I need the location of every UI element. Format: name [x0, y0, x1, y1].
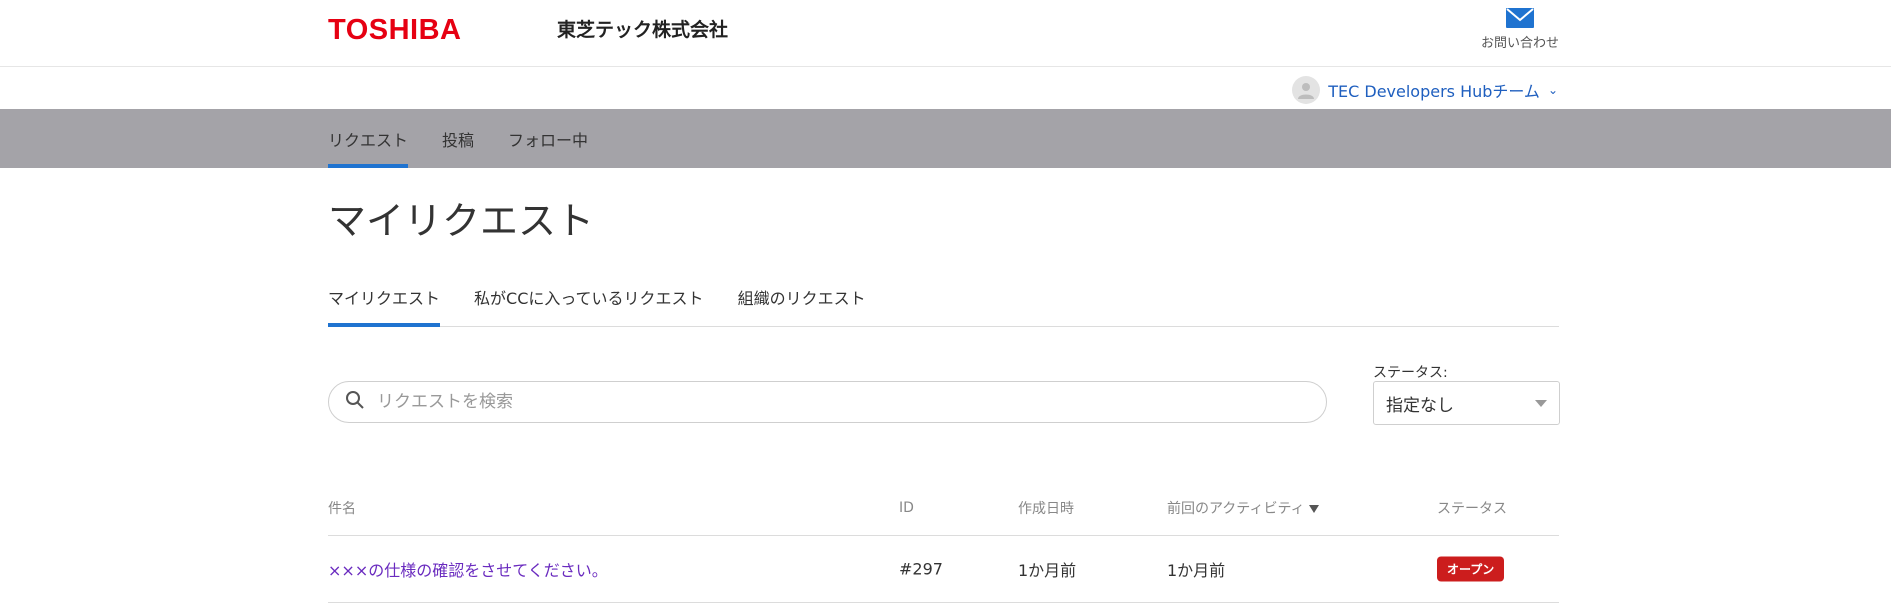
- dropdown-caret-icon: [1535, 399, 1547, 407]
- table-row: ×××の仕様の確認をさせてください。 #297 1か月前 1か月前 オープン: [328, 536, 1559, 603]
- tab-cc-requests[interactable]: 私がCCに入っているリクエスト: [474, 270, 704, 326]
- main-nav: リクエスト 投稿 フォロー中: [0, 109, 1891, 168]
- nav-item-requests[interactable]: リクエスト: [328, 109, 409, 168]
- table-header: 件名 ID 作成日時 前回のアクティビティ ステータス: [328, 480, 1559, 536]
- user-menu[interactable]: TEC Developers Hubチーム ⌄: [1292, 76, 1558, 104]
- request-created: 1か月前: [1018, 561, 1077, 580]
- contact-label: お問い合わせ: [1480, 36, 1559, 51]
- request-tabs: マイリクエスト 私がCCに入っているリクエスト 組織のリクエスト: [328, 270, 1559, 327]
- request-subject-link[interactable]: ×××の仕様の確認をさせてください。: [328, 557, 608, 581]
- requests-table: 件名 ID 作成日時 前回のアクティビティ ステータス ×××の仕様の確認をさせ…: [328, 480, 1559, 603]
- nav-item-posts[interactable]: 投稿: [442, 109, 474, 168]
- nav-item-following[interactable]: フォロー中: [508, 109, 588, 168]
- header-id[interactable]: ID: [899, 500, 914, 516]
- header-created[interactable]: 作成日時: [1018, 498, 1074, 518]
- mail-icon: [1470, 8, 1570, 28]
- page-title: マイリクエスト: [328, 199, 595, 243]
- header-activity[interactable]: 前回のアクティビティ: [1167, 498, 1319, 518]
- tab-org-requests[interactable]: 組織のリクエスト: [738, 270, 866, 326]
- user-avatar-icon: [1292, 76, 1321, 104]
- status-filter-select[interactable]: 指定なし: [1373, 381, 1560, 425]
- header-subject[interactable]: 件名: [328, 498, 356, 518]
- status-filter-label: ステータス:: [1373, 365, 1448, 381]
- company-name: 東芝テック株式会社: [557, 19, 729, 41]
- top-header: TOSHIBA 東芝テック株式会社 お問い合わせ: [0, 0, 1891, 67]
- request-id: #297: [899, 559, 943, 579]
- sort-desc-icon: [1308, 504, 1319, 513]
- chevron-down-icon: ⌄: [1547, 83, 1558, 97]
- search-box[interactable]: [328, 381, 1327, 423]
- status-badge: オープン: [1437, 556, 1505, 582]
- toshiba-logo[interactable]: TOSHIBA: [328, 12, 461, 48]
- user-name: TEC Developers Hubチーム: [1328, 82, 1540, 101]
- request-activity: 1か月前: [1167, 561, 1226, 580]
- status-filter-value: 指定なし: [1386, 395, 1454, 416]
- search-input[interactable]: [375, 391, 1279, 413]
- user-bar: TEC Developers Hubチーム ⌄: [0, 67, 1891, 109]
- contact-link[interactable]: お問い合わせ: [1470, 8, 1570, 51]
- tab-my-requests[interactable]: マイリクエスト: [328, 270, 441, 327]
- search-icon: [345, 390, 365, 414]
- header-status[interactable]: ステータス: [1437, 498, 1507, 518]
- header-activity-label: 前回のアクティビティ: [1167, 500, 1305, 517]
